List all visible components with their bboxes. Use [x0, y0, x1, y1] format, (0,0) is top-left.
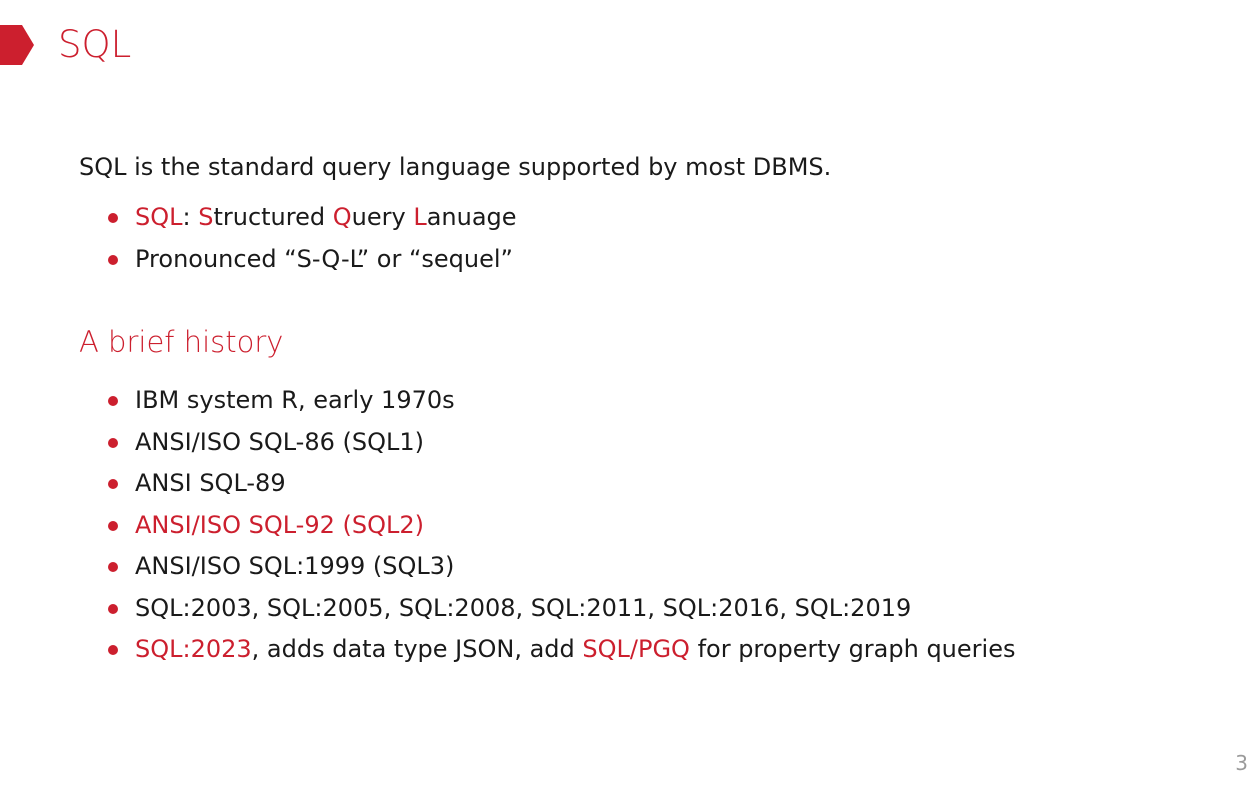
bullet-dot: [108, 437, 118, 448]
text-segment: IBM system R, early 1970s: [135, 386, 455, 414]
slide-title: SQL: [58, 23, 132, 66]
list-item: ANSI/ISO SQL:1999 (SQL3): [105, 546, 1220, 588]
text-segment: ANSI/ISO SQL-92 (SQL2): [135, 510, 424, 539]
history-list: IBM system R, early 1970s ANSI/ISO SQL-8…: [79, 380, 1220, 671]
text-segment: for property graph queries: [689, 635, 1016, 663]
list-item: SQL: Structured Query Lanuage: [105, 197, 1220, 239]
text-segment: ANSI/ISO SQL-86 (SQL1): [135, 427, 424, 456]
text-segment: tructured: [213, 203, 333, 231]
text-segment: SQL: [135, 203, 183, 231]
list-item: Pronounced “S-Q-L” or “sequel”: [105, 239, 1220, 281]
list-item: SQL:2023, adds data type JSON, add SQL/P…: [105, 629, 1220, 671]
text-segment: SQL:2003, SQL:2005, SQL:2008, SQL:2011, …: [135, 593, 912, 622]
text-segment: SQL:2023: [135, 635, 252, 663]
bullet-dot: [108, 479, 118, 489]
text-segment: ANSI SQL-89: [135, 469, 286, 497]
definition-list: SQL: Structured Query Lanuage Pronounced…: [79, 197, 1220, 280]
list-item: IBM system R, early 1970s: [105, 380, 1220, 422]
bullet-dot: [108, 645, 118, 655]
text-segment: uery: [351, 203, 414, 231]
bullet-dot: [108, 213, 118, 223]
text-segment: S: [198, 203, 214, 231]
text-segment: L: [413, 203, 427, 231]
text-segment: :: [182, 203, 199, 231]
text-segment: Pronounced “S-Q-L” or “sequel”: [135, 244, 513, 273]
text-segment: ANSI/ISO SQL:1999 (SQL3): [135, 552, 455, 580]
list-item-text: Pronounced “S-Q-L” or “sequel”: [135, 245, 513, 273]
text-segment: SQL/PGQ: [582, 635, 690, 663]
list-item: ANSI/ISO SQL-92 (SQL2): [105, 505, 1220, 547]
text-segment: anuage: [426, 203, 517, 231]
intro-text: SQL is the standard query language suppo…: [79, 153, 832, 181]
bullet-dot: [108, 396, 118, 406]
page-number: 3: [1235, 751, 1248, 775]
title-marker-arrow: [0, 25, 34, 65]
bullet-dot: [108, 254, 118, 265]
bullet-dot: [108, 562, 118, 572]
section-heading-history: A brief history: [79, 325, 284, 359]
text-segment: , adds data type JSON, add: [251, 635, 583, 663]
slide-content: SQL is the standard query language suppo…: [79, 147, 1220, 671]
bullet-dot: [108, 520, 118, 531]
list-item: SQL:2003, SQL:2005, SQL:2008, SQL:2011, …: [105, 588, 1220, 630]
list-item: ANSI SQL-89: [105, 463, 1220, 505]
list-item-text: SQL: Structured Query Lanuage: [135, 203, 517, 231]
list-item: ANSI/ISO SQL-86 (SQL1): [105, 422, 1220, 464]
text-segment: Q: [332, 203, 352, 231]
bullet-dot: [108, 603, 118, 614]
